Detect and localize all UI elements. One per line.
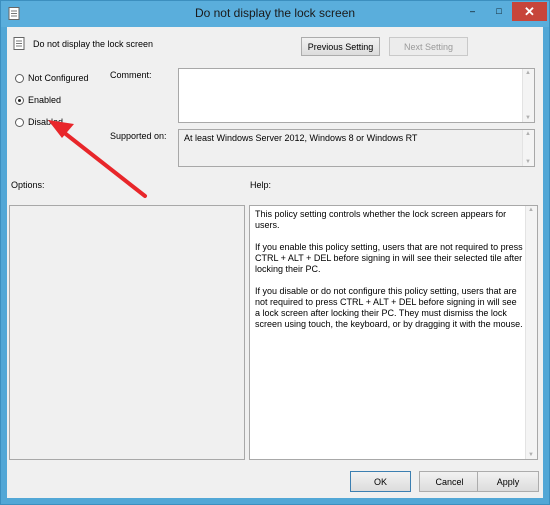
minimize-button[interactable]: – (459, 2, 486, 21)
comment-field[interactable]: ▲ ▼ (178, 68, 535, 123)
cancel-button[interactable]: Cancel (419, 471, 480, 492)
scroll-down-icon[interactable]: ▼ (525, 115, 531, 121)
supported-scrollbar[interactable]: ▲ ▼ (522, 130, 534, 166)
radio-label: Enabled (28, 95, 62, 105)
previous-setting-button[interactable]: Previous Setting (301, 37, 380, 56)
apply-button[interactable]: Apply (477, 471, 539, 492)
close-button[interactable]: ✕ (512, 2, 547, 21)
maximize-button[interactable]: □ (486, 2, 512, 21)
radio-label: Not Configured (28, 73, 89, 83)
dialog-client: Do not display the lock screen Previous … (7, 27, 543, 498)
radio-circle[interactable] (15, 73, 24, 83)
comment-scrollbar[interactable]: ▲ ▼ (522, 69, 534, 122)
comment-label: Comment: (110, 70, 152, 80)
radio-enabled[interactable]: Enabled (15, 95, 61, 105)
scroll-up-icon[interactable]: ▲ (525, 131, 531, 137)
policy-name: Do not display the lock screen (33, 39, 154, 49)
supported-on-label: Supported on: (110, 131, 167, 141)
scroll-up-icon[interactable]: ▲ (525, 70, 531, 76)
scroll-down-icon[interactable]: ▼ (528, 452, 534, 458)
radio-disabled[interactable]: Disabled (15, 117, 63, 127)
policy-icon (13, 37, 25, 50)
supported-on-field: At least Windows Server 2012, Windows 8 … (178, 129, 535, 167)
ok-button[interactable]: OK (350, 471, 411, 492)
help-text: This policy setting controls whether the… (255, 209, 523, 329)
radio-not-configured[interactable]: Not Configured (15, 73, 89, 83)
comment-text (179, 69, 534, 75)
radio-circle[interactable] (15, 117, 24, 127)
radio-label: Disabled (28, 117, 64, 127)
title-bar[interactable]: Do not display the lock screen – □ ✕ (1, 1, 549, 27)
next-setting-button[interactable]: Next Setting (389, 37, 468, 56)
help-scrollbar[interactable]: ▲ ▼ (525, 206, 537, 459)
options-pane (9, 205, 245, 460)
scroll-down-icon[interactable]: ▼ (525, 159, 531, 165)
policy-dialog: Do not display the lock screen – □ ✕ Do … (0, 0, 550, 505)
radio-circle-selected[interactable] (15, 95, 24, 105)
options-label: Options: (11, 180, 45, 190)
help-label: Help: (250, 180, 272, 190)
help-pane: This policy setting controls whether the… (249, 205, 538, 460)
supported-on-text: At least Windows Server 2012, Windows 8 … (184, 133, 418, 143)
scroll-up-icon[interactable]: ▲ (528, 207, 534, 213)
